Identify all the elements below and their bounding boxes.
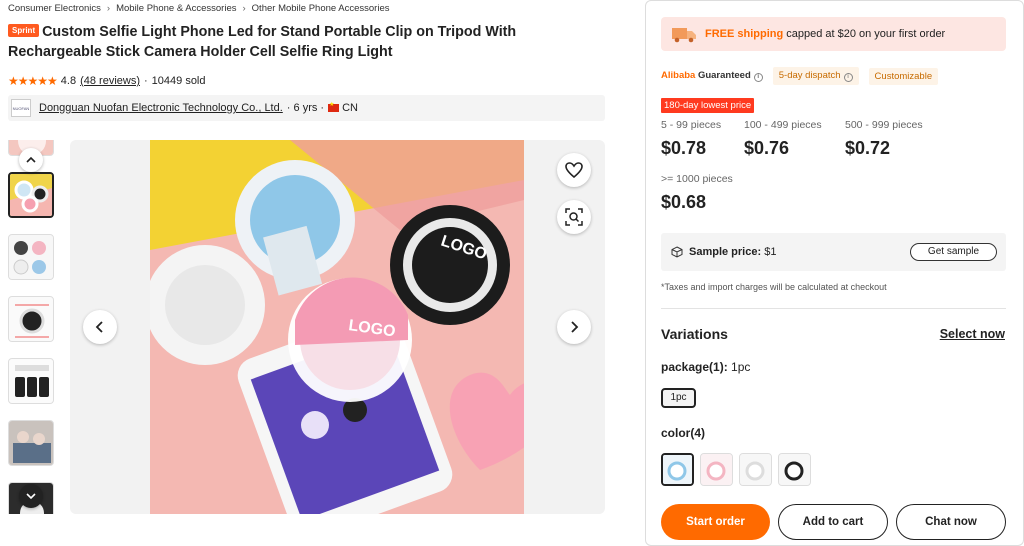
purchase-panel: FREE shipping capped at $20 on your firs… (645, 0, 1024, 546)
free-shipping-highlight: FREE shipping (705, 28, 784, 40)
color-swatches (661, 453, 811, 486)
breadcrumb-item[interactable]: Consumer Electronics (8, 3, 101, 14)
tier-price: $0.68 (661, 192, 707, 212)
breadcrumb-separator: › (106, 3, 111, 14)
thumbnail-strip (6, 140, 56, 514)
sprint-badge: Sprint (8, 24, 40, 37)
package-label-value: 1pc (731, 360, 751, 374)
color-swatch[interactable] (700, 453, 733, 486)
price-tier: 500 - 999 pieces $0.72 (845, 119, 923, 159)
separator: · (144, 75, 148, 87)
sample-label: Sample price: (689, 246, 762, 258)
truck-icon (672, 28, 696, 43)
dispatch-text: 5-day dispatch (778, 70, 841, 81)
supplier-country: CN (342, 102, 358, 114)
supplier-name-link[interactable]: Dongguan Nuofan Electronic Technology Co… (39, 102, 283, 114)
lowest-price-tag: 180-day lowest price (661, 98, 755, 113)
color-swatch[interactable] (661, 453, 694, 486)
color-swatch[interactable] (778, 453, 811, 486)
thumbnail-image[interactable] (8, 234, 54, 280)
thumbnail-image[interactable] (8, 358, 54, 404)
thumbnail-image[interactable] (8, 420, 54, 466)
chevron-up-icon (26, 156, 36, 163)
main-product-image-viewer: LOGO LOGO (70, 140, 605, 514)
package-label-key: package(1): (661, 360, 728, 374)
tax-note: *Taxes and import charges will be calcul… (661, 282, 887, 292)
sold-count: 10449 sold (151, 75, 206, 87)
supplier-bar: NUOFAN Dongguan Nuofan Electronic Techno… (8, 95, 605, 121)
add-to-cart-button[interactable]: Add to cart (778, 504, 888, 540)
tier-quantity: >= 1000 pieces (661, 173, 733, 185)
thumbnail-scroll-up-button[interactable] (19, 148, 43, 172)
dispatch-badge[interactable]: 5-day dispatch i (772, 67, 859, 85)
tier-price: $0.78 (661, 138, 707, 158)
tier-quantity: 500 - 999 pieces (845, 119, 923, 131)
main-product-image: LOGO LOGO (150, 140, 524, 514)
alibaba-guaranteed-badge[interactable]: Alibaba Guaranteed i (661, 70, 763, 82)
sample-price-box: Sample price: $1 Get sample (661, 233, 1006, 271)
chat-now-button[interactable]: Chat now (896, 504, 1006, 540)
select-now-link[interactable]: Select now (940, 327, 1005, 341)
thumbnail-scroll-down-button[interactable] (19, 484, 43, 508)
breadcrumb-item[interactable]: Mobile Phone & Accessories (116, 3, 236, 14)
visual-search-button[interactable] (557, 200, 591, 234)
thumbnail-image[interactable] (8, 296, 54, 342)
rating-value: 4.8 (60, 75, 77, 87)
free-shipping-text: capped at $20 on your first order (786, 28, 946, 40)
supplier-years: · 6 yrs · (286, 102, 325, 114)
guarantee-brand: Alibaba (661, 70, 696, 81)
customizable-badge: Customizable (868, 67, 939, 85)
heart-icon (565, 162, 583, 178)
info-icon[interactable]: i (753, 73, 763, 82)
info-icon[interactable]: i (843, 73, 853, 82)
product-title-text: Custom Selfie Light Phone Led for Stand … (8, 24, 517, 60)
supplier-logo[interactable]: NUOFAN (11, 99, 31, 117)
price-tier: 100 - 499 pieces $0.76 (744, 119, 822, 159)
breadcrumb-separator: › (242, 3, 246, 14)
tier-price: $0.72 (845, 138, 891, 158)
price-tier: >= 1000 pieces $0.68 (661, 173, 733, 213)
package-label: package(1): 1pc (661, 360, 750, 374)
tier-quantity: 100 - 499 pieces (744, 119, 822, 131)
china-flag-icon (328, 101, 340, 112)
breadcrumb: Consumer Electronics › Mobile Phone & Ac… (8, 3, 390, 14)
color-label: color(4) (661, 426, 706, 440)
get-sample-button[interactable]: Get sample (910, 243, 997, 261)
image-search-icon (565, 208, 583, 226)
sample-price: $1 (764, 246, 777, 258)
box-icon (671, 246, 683, 258)
service-badges: Alibaba Guaranteed i 5-day dispatch i Cust… (661, 67, 939, 85)
chevron-left-icon (95, 321, 103, 333)
breadcrumb-item[interactable]: Other Mobile Phone Accessories (252, 3, 390, 14)
action-buttons: Start order Add to cart Chat now (661, 504, 1006, 540)
reviews-link[interactable]: (48 reviews) (80, 75, 140, 87)
thumbnail-image[interactable] (8, 172, 54, 218)
star-rating-icons: ★★★★★ (8, 74, 58, 88)
tier-price: $0.76 (744, 138, 790, 158)
package-option[interactable]: 1pc (661, 388, 696, 408)
previous-image-button[interactable] (83, 310, 117, 344)
rating-row: ★★★★★ 4.8 (48 reviews) · 10449 sold (8, 74, 206, 88)
chevron-right-icon (571, 321, 579, 333)
favorite-button[interactable] (557, 153, 591, 187)
product-title: Sprint Custom Selfie Light Phone Led for … (8, 22, 608, 62)
start-order-button[interactable]: Start order (661, 504, 770, 540)
divider (661, 308, 1006, 309)
tier-quantity: 5 - 99 pieces (661, 119, 722, 131)
variations-title: Variations (661, 326, 728, 342)
next-image-button[interactable] (557, 310, 591, 344)
price-tier: 5 - 99 pieces $0.78 (661, 119, 721, 159)
color-swatch[interactable] (739, 453, 772, 486)
free-shipping-banner: FREE shipping capped at $20 on your firs… (661, 17, 1006, 51)
chevron-down-icon (26, 493, 36, 500)
guarantee-word: Guaranteed (697, 70, 751, 81)
